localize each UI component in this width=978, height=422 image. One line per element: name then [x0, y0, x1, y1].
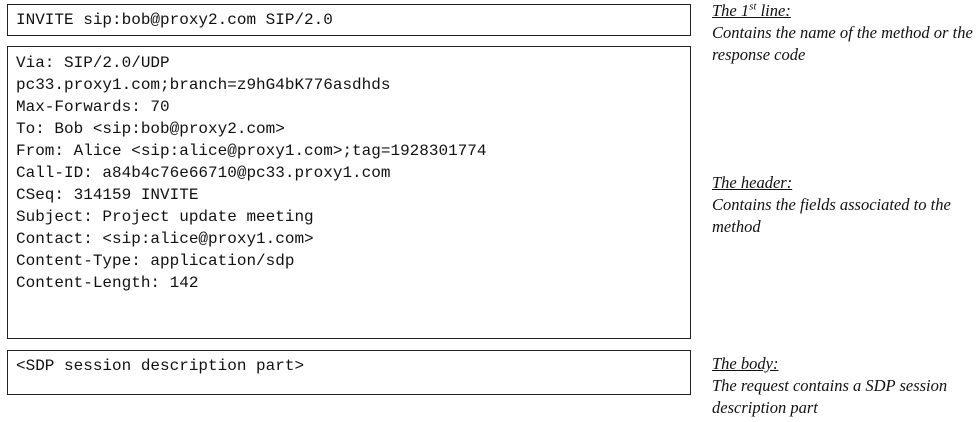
first-line-title-prefix: The 1	[712, 1, 750, 20]
header-line-to: To: Bob <sip:bob@proxy2.com>	[16, 120, 285, 138]
header-line-contact: Contact: <sip:alice@proxy1.com>	[16, 230, 314, 248]
first-line-annotation-title: The 1st line:	[712, 0, 974, 22]
header-line-via-host: pc33.proxy1.com;branch=z9hG4bK776asdhds	[16, 76, 391, 94]
body-text: <SDP session description part>	[16, 357, 305, 375]
first-line-title-suffix: line:	[756, 1, 791, 20]
body-annotation-title: The body:	[712, 354, 779, 373]
header-annotation-title: The header:	[712, 173, 793, 192]
header-box: Via: SIP/2.0/UDP pc33.proxy1.com;branch=…	[7, 46, 691, 339]
header-line-cseq: CSeq: 314159 INVITE	[16, 186, 199, 204]
body-box: <SDP session description part>	[7, 350, 691, 395]
header-line-from: From: Alice <sip:alice@proxy1.com>;tag=1…	[16, 142, 487, 160]
header-line-via: Via: SIP/2.0/UDP	[16, 54, 170, 72]
body-annotation: The body: The request contains a SDP ses…	[712, 353, 974, 419]
first-line-annotation: The 1st line: Contains the name of the m…	[712, 0, 974, 66]
header-line-content-type: Content-Type: application/sdp	[16, 252, 295, 270]
header-line-call-id: Call-ID: a84b4c76e66710@pc33.proxy1.com	[16, 164, 391, 182]
first-line-box: INVITE sip:bob@proxy2.com SIP/2.0	[7, 4, 691, 36]
header-annotation-desc: Contains the fields associated to the me…	[712, 195, 951, 236]
header-line-max-forwards: Max-Forwards: 70	[16, 98, 170, 116]
body-annotation-desc: The request contains a SDP session descr…	[712, 376, 948, 417]
header-annotation: The header: Contains the fields associat…	[712, 172, 974, 238]
header-line-subject: Subject: Project update meeting	[16, 208, 314, 226]
header-lines: Via: SIP/2.0/UDP pc33.proxy1.com;branch=…	[16, 52, 486, 294]
header-line-content-length: Content-Length: 142	[16, 274, 199, 292]
first-line-text: INVITE sip:bob@proxy2.com SIP/2.0	[16, 11, 333, 29]
first-line-annotation-desc: Contains the name of the method or the r…	[712, 23, 973, 64]
